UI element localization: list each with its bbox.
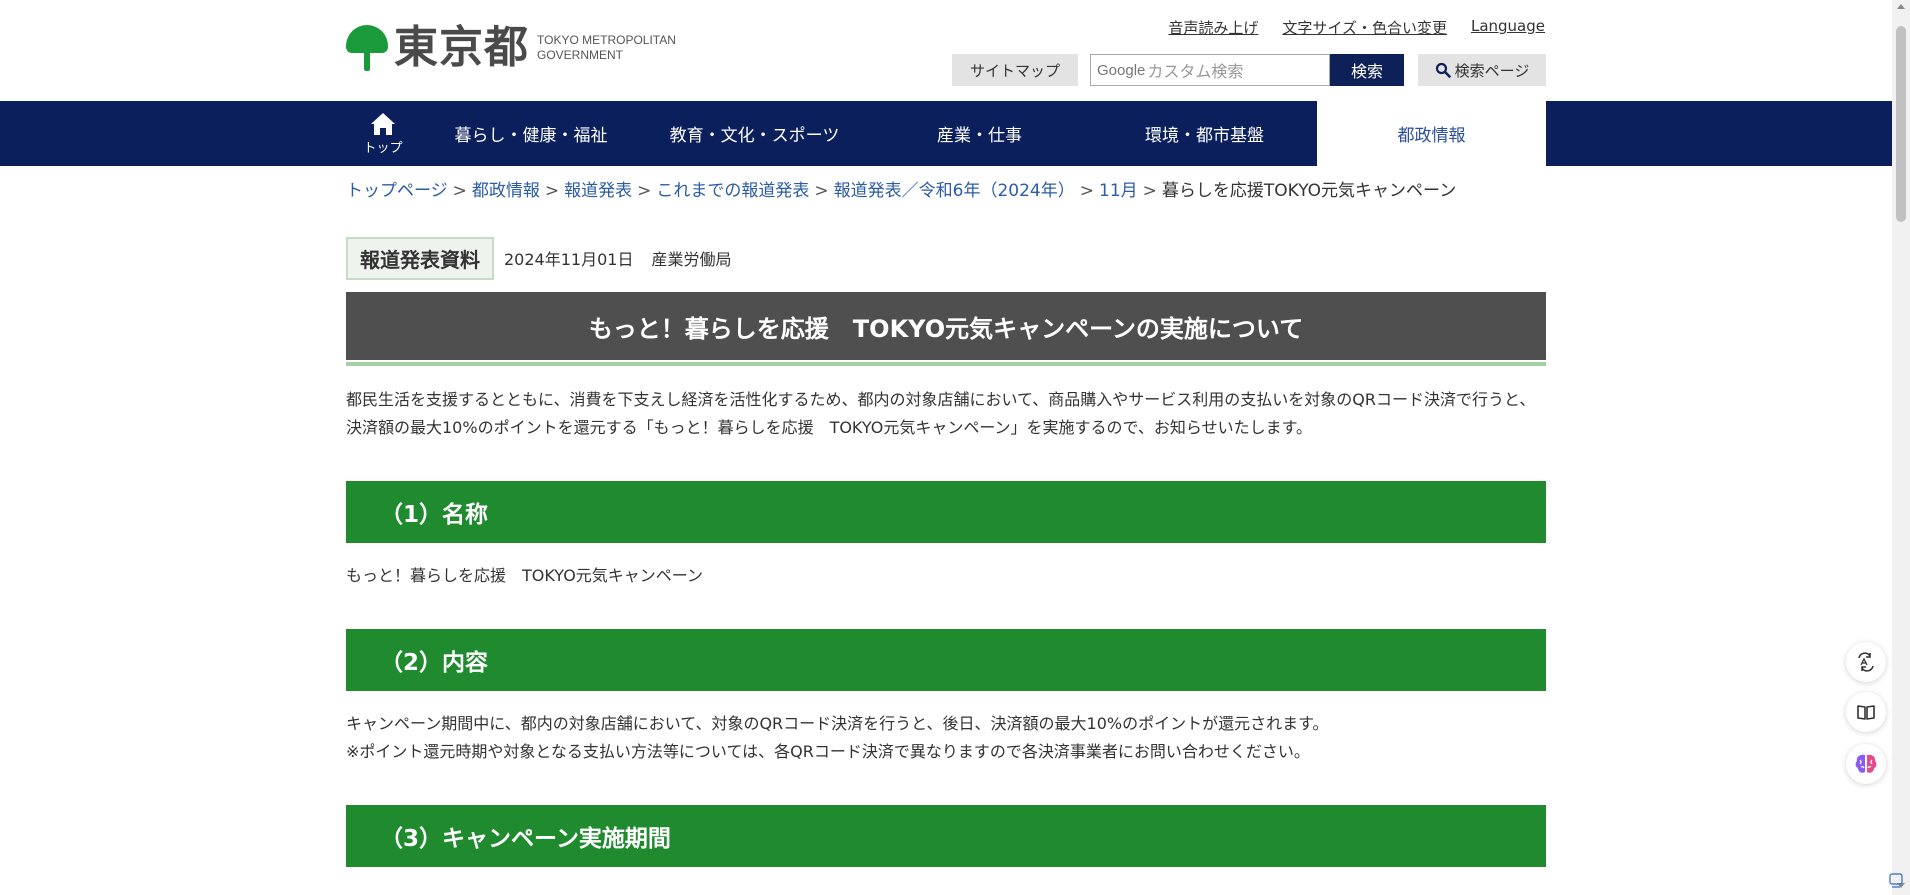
translate-icon: [1858, 652, 1874, 672]
scrollbar-thumb[interactable]: [1896, 26, 1906, 222]
page-title: もっと！暮らしを応援 TOKYO元気キャンペーンの実施について: [346, 292, 1546, 360]
ai-tool-button[interactable]: [1846, 744, 1886, 784]
breadcrumb: トップページ > 都政情報 > 報道発表 > これまでの報道発表 > 報道発表／令和6年（202…: [346, 181, 1457, 201]
vertical-scrollbar[interactable]: [1892, 0, 1910, 895]
nav-item-education[interactable]: 教育・文化・スポーツ: [642, 101, 867, 166]
nav-item-living[interactable]: 暮らし・健康・福祉: [420, 101, 642, 166]
site-header: 東京都 TOKYO METROPOLITAN GOVERNMENT 音声読み上げ…: [0, 0, 1892, 101]
section-heading-period: （3）キャンペーン実施期間: [346, 805, 1546, 867]
search-icon: [1435, 62, 1451, 78]
breadcrumb-top[interactable]: トップページ: [346, 181, 448, 201]
scroll-up-arrow-icon[interactable]: [1897, 4, 1905, 9]
press-release-badge: 報道発表資料: [346, 236, 494, 280]
tokyo-logo[interactable]: 東京都 TOKYO METROPOLITAN GOVERNMENT: [346, 24, 676, 72]
section-heading-name: （1）名称: [346, 481, 1546, 543]
nav-item-government[interactable]: 都政情報: [1317, 101, 1546, 166]
press-department: 産業労働局: [651, 250, 732, 269]
nav-item-industry[interactable]: 産業・仕事: [867, 101, 1092, 166]
corner-helper-icon[interactable]: [1888, 872, 1904, 890]
breadcrumb-press-archive[interactable]: これまでの報道発表: [656, 181, 809, 201]
reader-tool-button[interactable]: [1846, 692, 1886, 732]
search-placeholder: カスタム検索: [1147, 62, 1244, 81]
search-page-label: 検索ページ: [1454, 61, 1530, 80]
reader-icon: [1857, 705, 1875, 720]
nav-home[interactable]: トップ: [346, 101, 420, 166]
logo-kanji: 東京都: [394, 22, 529, 73]
text-size-color-link[interactable]: 文字サイズ・色合い変更: [1282, 17, 1447, 38]
home-icon: [371, 113, 395, 135]
breadcrumb-press[interactable]: 報道発表: [564, 181, 632, 201]
section-content-line-2: ※ポイント還元時期や対象となる支払い方法等については、各QRコード決済で異なりま…: [346, 742, 1310, 761]
search-button[interactable]: 検索: [1330, 54, 1404, 86]
search-page-button[interactable]: 検索ページ: [1418, 54, 1546, 86]
translate-tool-button[interactable]: [1846, 642, 1886, 682]
section-content-line-1: キャンペーン期間中に、都内の対象店舗において、対象のQRコード決済を行うと、後日…: [346, 714, 1329, 733]
breadcrumb-press-2024[interactable]: 報道発表／令和6年（2024年）: [834, 181, 1075, 201]
utility-links: 音声読み上げ 文字サイズ・色合い変更 Language: [1168, 17, 1545, 38]
breadcrumb-government[interactable]: 都政情報: [472, 181, 540, 201]
sitemap-button[interactable]: サイトマップ: [952, 54, 1078, 86]
language-link[interactable]: Language: [1471, 17, 1545, 38]
search-row: サイトマップ Google カスタム検索 検索 検索ページ: [952, 54, 1546, 86]
search-input[interactable]: Google カスタム検索: [1090, 54, 1330, 86]
voice-readout-link[interactable]: 音声読み上げ: [1168, 17, 1258, 38]
page: 東京都 TOKYO METROPOLITAN GOVERNMENT 音声読み上げ…: [0, 0, 1892, 895]
press-info: 報道発表資料 2024年11月01日 産業労働局: [346, 236, 732, 280]
ai-brain-icon: [1855, 754, 1877, 773]
breadcrumb-november[interactable]: 11月: [1099, 181, 1138, 201]
google-brand-label: Google: [1097, 61, 1146, 79]
nav-item-environment[interactable]: 環境・都市基盤: [1092, 101, 1317, 166]
global-nav: トップ 暮らし・健康・福祉 教育・文化・スポーツ 産業・仕事 環境・都市基盤 都…: [0, 101, 1892, 166]
section-name-text: もっと！暮らしを応援 TOKYO元気キャンペーン: [346, 566, 703, 585]
press-date: 2024年11月01日: [504, 250, 634, 269]
section-heading-content: （2）内容: [346, 629, 1546, 691]
nav-home-label: トップ: [363, 141, 403, 156]
title-underline: [346, 362, 1546, 366]
ginkgo-logo-icon: [346, 25, 388, 71]
breadcrumb-current: 暮らしを応援TOKYO元気キャンペーン: [1161, 181, 1457, 201]
intro-paragraph: 都民生活を支援するとともに、消費を下支えし経済を活性化するため、都内の対象店舗に…: [346, 390, 1536, 437]
logo-english: TOKYO METROPOLITAN GOVERNMENT: [537, 33, 676, 62]
